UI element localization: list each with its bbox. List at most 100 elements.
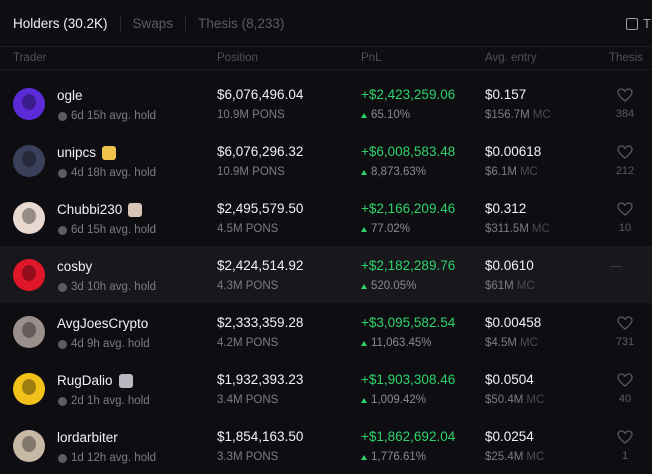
heart-icon[interactable] [617, 202, 633, 216]
avatar-face-icon [22, 322, 36, 338]
avg-entry-mc-value: $4.5M [485, 337, 517, 349]
trader-name[interactable]: Chubbi230 [57, 202, 122, 217]
pnl-value: +$3,095,582.54 [361, 315, 456, 330]
heart-icon[interactable] [617, 430, 633, 444]
avg-hold-text: 2d 1h avg. hold [71, 395, 150, 407]
avatar[interactable] [13, 202, 45, 234]
position-amount: 4.3M PONS [217, 280, 279, 292]
heart-icon[interactable] [617, 316, 633, 330]
table-row[interactable]: RugDalio 2d 1h avg. hold $1,932,393.23 3… [0, 360, 652, 417]
trader-name[interactable]: unipcs [57, 145, 96, 160]
avg-hold: 6d 15h avg. hold [58, 110, 156, 122]
avatar-face-icon [22, 265, 36, 281]
mc-label: MC [519, 337, 538, 349]
column-header-thesis[interactable]: Thesis [609, 52, 643, 64]
table-row[interactable]: AvgJoesCrypto 4d 9h avg. hold $2,333,359… [0, 303, 652, 360]
thesis-like-count: 10 [618, 222, 632, 234]
avg-entry-mc-value: $156.7M [485, 109, 530, 121]
triangle-up-icon [361, 169, 367, 175]
pnl-percent: 11,063.45% [361, 337, 432, 349]
table-row[interactable]: cosby 3d 10h avg. hold $2,424,514.92 4.3… [0, 246, 652, 303]
clock-icon [58, 111, 67, 121]
tab-swaps[interactable]: Swaps [133, 0, 174, 46]
tab-divider [119, 15, 121, 31]
clock-icon [58, 282, 67, 292]
heart-icon[interactable] [617, 88, 633, 102]
avatar[interactable] [13, 316, 45, 348]
mc-label: MC [516, 280, 535, 292]
trader-name[interactable]: cosby [57, 259, 92, 274]
table-row[interactable]: ogle 6d 15h avg. hold $6,076,496.04 10.9… [0, 75, 652, 132]
clock-icon [58, 225, 67, 235]
position-value: $1,932,393.23 [217, 372, 304, 387]
clock-icon [58, 396, 67, 406]
column-header-avg-entry[interactable]: Avg. entry [485, 52, 537, 64]
thesis-like-count: 731 [615, 336, 635, 348]
position-value: $6,076,296.32 [217, 144, 304, 159]
avg-entry-mc: $4.5M MC [485, 337, 538, 349]
mc-label: MC [526, 394, 545, 406]
avg-entry-price: $0.0610 [485, 258, 534, 273]
avatar[interactable] [13, 88, 45, 120]
avg-hold: 3d 10h avg. hold [58, 281, 156, 293]
trader-badge-icon [128, 202, 143, 217]
mc-label: MC [526, 451, 545, 463]
pnl-value: +$2,166,209.46 [361, 201, 456, 216]
avg-hold-text: 6d 15h avg. hold [71, 110, 157, 122]
tab-thesis[interactable]: Thesis (8,233) [198, 0, 284, 46]
thesis-like-count: 212 [615, 165, 635, 177]
no-thesis-dash [610, 266, 622, 267]
column-header-pnl[interactable]: PnL [361, 52, 381, 64]
pnl-percent: 8,873.63% [361, 166, 426, 178]
triangle-up-icon [361, 397, 367, 403]
avg-entry-price: $0.00458 [485, 315, 542, 330]
pnl-value: +$1,903,308.46 [361, 372, 456, 387]
trader-name[interactable]: ogle [57, 88, 83, 103]
avatar[interactable] [13, 373, 45, 405]
table-row[interactable]: unipcs 4d 18h avg. hold $6,076,296.32 10… [0, 132, 652, 189]
trader-name[interactable]: RugDalio [57, 373, 113, 388]
position-amount: 3.4M PONS [217, 394, 279, 406]
avg-entry-price: $0.0504 [485, 372, 534, 387]
heart-icon[interactable] [617, 373, 633, 387]
pnl-percent-text: 65.10% [371, 109, 411, 121]
position-value: $2,424,514.92 [217, 258, 304, 273]
tab-holders[interactable]: Holders (30.2K) [13, 0, 108, 46]
pnl-value: +$1,862,692.04 [361, 429, 456, 444]
pnl-percent-text: 8,873.63% [371, 166, 426, 178]
avg-entry-mc: $6.1M MC [485, 166, 538, 178]
trader-badge-icon [118, 373, 133, 388]
column-header-position[interactable]: Position [217, 52, 258, 64]
pnl-value: +$6,008,583.48 [361, 144, 456, 159]
thesis-like-count: 384 [615, 108, 635, 120]
position-amount: 10.9M PONS [217, 166, 285, 178]
avg-hold: 1d 12h avg. hold [58, 452, 156, 464]
trader-name[interactable]: lordarbiter [57, 430, 118, 445]
avg-hold-text: 1d 12h avg. hold [71, 452, 157, 464]
position-value: $2,333,359.28 [217, 315, 304, 330]
triangle-up-icon [361, 226, 367, 232]
tab-divider [185, 15, 187, 31]
pnl-percent: 65.10% [361, 109, 410, 121]
table-row[interactable]: Chubbi230 6d 15h avg. hold $2,495,579.50… [0, 189, 652, 246]
avg-hold: 2d 1h avg. hold [58, 395, 150, 407]
avatar[interactable] [13, 145, 45, 177]
avatar-face-icon [22, 208, 36, 224]
clock-icon [58, 168, 67, 178]
checkbox[interactable] [626, 17, 638, 30]
heart-icon[interactable] [617, 145, 633, 159]
filter-toggle-label: T [643, 16, 651, 31]
position-value: $1,854,163.50 [217, 429, 304, 444]
avg-entry-mc: $61M MC [485, 280, 535, 292]
table-row[interactable]: lordarbiter 1d 12h avg. hold $1,854,163.… [0, 417, 652, 474]
position-value: $6,076,496.04 [217, 87, 304, 102]
position-amount: 4.5M PONS [217, 223, 279, 235]
clock-icon [58, 453, 67, 463]
avatar[interactable] [13, 430, 45, 462]
avatar[interactable] [13, 259, 45, 291]
trader-name[interactable]: AvgJoesCrypto [57, 316, 148, 331]
filter-toggle[interactable]: T [626, 16, 651, 31]
position-amount: 10.9M PONS [217, 109, 285, 121]
column-header-trader[interactable]: Trader [13, 52, 46, 64]
mc-label: MC [519, 166, 538, 178]
